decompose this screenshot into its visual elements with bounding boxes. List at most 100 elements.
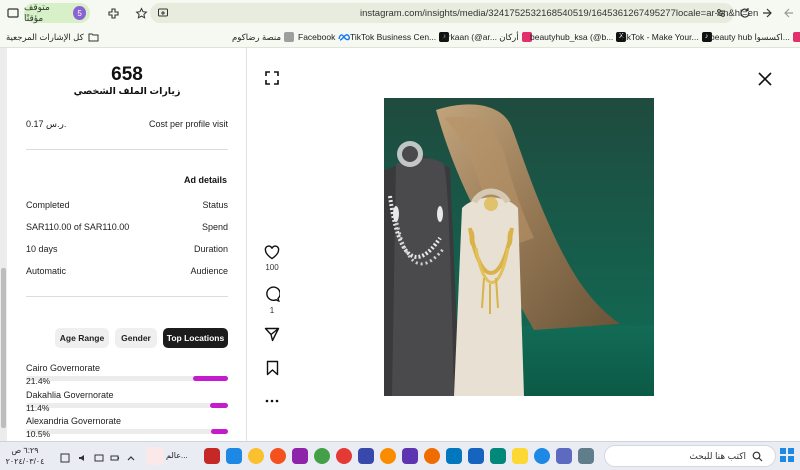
edge-icon[interactable] [534,448,550,464]
app-icon[interactable] [468,448,484,464]
bookmark-item[interactable]: beauty hub اكسسوا... [710,30,800,44]
browser-chrome: متوقف مؤقتًا 5 instagram.com/insights/me… [0,0,800,48]
post-viewer: 100 1 [248,48,800,441]
post-image[interactable] [384,98,654,396]
scrollbar-thumb[interactable] [1,268,6,428]
likes-count: 100 [265,263,279,272]
notification-icon[interactable] [60,450,70,463]
clock-time: ٦:٢٩ ص [11,446,39,455]
task-view-icon[interactable] [578,448,594,464]
location-item: Dakahlia Governorate 11.4% [26,390,228,416]
battery-icon[interactable] [110,450,120,461]
instagram-insights-page: 658 زيارات الملف الشخصي 0.17 ر.س. Cost p… [0,48,800,441]
app-icon[interactable] [490,448,506,464]
detail-value: Automatic [26,266,67,276]
location-name: Dakahlia Governorate [26,390,114,400]
system-clock[interactable]: ٦:٢٩ ص ٢٠٢٤/٠٣/٠٤ [4,445,46,467]
chrome-icon[interactable] [380,448,396,464]
location-item: Alexandria Governorate 10.5% [26,416,228,441]
bookmark-item[interactable]: منصة رضاكوم [232,30,297,44]
chevron-up-icon[interactable] [126,450,136,461]
location-bar-fill [193,376,228,381]
bookmark-item[interactable]: Facebook [298,30,351,44]
back-icon[interactable] [780,4,798,22]
location-bar-track [26,403,228,408]
chrome-icon[interactable] [270,448,286,464]
scrollbar[interactable] [0,48,7,441]
firefox-icon[interactable] [424,448,440,464]
cost-value: 0.17 ر.س. [26,119,67,129]
bookmark-item[interactable]: Arkaan (@ar... أركان [442,30,535,44]
search-placeholder: اكتب هنا للبحث [689,450,746,461]
forward-icon[interactable] [758,4,776,22]
location-bar-track [26,429,228,434]
comment-icon[interactable] [262,285,282,303]
bookmark-label: beautyhub_ksa (@b... [530,32,614,42]
volume-icon[interactable] [78,450,88,461]
location-bar-fill [210,403,228,408]
cost-label: Cost per profile visit [148,119,228,129]
page-icon [284,32,295,42]
share-icon[interactable] [262,325,282,343]
bookmark-item[interactable]: TikTok - Make Your... ♪ [620,30,715,44]
profile-visits-value: 658 [111,64,143,85]
detail-label: Status [202,200,228,210]
window-title: عالم... [166,451,188,460]
bookmark-label: TikTok Business Cen... [350,32,437,42]
search-icon [752,451,763,461]
profile-avatar: 5 [73,6,86,20]
detail-value: 10 days [26,244,58,254]
app-icon[interactable] [314,448,330,464]
more-icon[interactable] [262,394,282,408]
bookmarks-bar: كل الإشارات المرجعية منصة رضاكوم Faceboo… [0,28,800,46]
reload-icon[interactable] [736,4,754,22]
detail-label: Audience [190,266,228,276]
app-icon[interactable] [402,448,418,464]
folder-icon [88,33,99,41]
star-icon[interactable] [132,4,150,22]
bookmark-item[interactable]: TikTok Business Cen... ♪ [350,30,452,44]
expand-icon[interactable] [262,68,282,88]
tab-age-range[interactable]: Age Range [55,328,109,348]
close-icon[interactable] [754,68,776,90]
network-icon[interactable] [94,450,104,462]
location-percent: 21.4% [26,376,51,386]
sidebar-menu-icon[interactable] [4,4,22,22]
bookmark-item[interactable]: beautyhub_ksa (@b... X [530,30,629,44]
app-icon[interactable] [204,448,220,464]
app-icon[interactable] [336,448,352,464]
install-app-icon[interactable] [154,4,172,22]
address-bar[interactable]: instagram.com/insights/media/32417525321… [150,3,758,23]
windows-taskbar: ٦:٢٩ ص ٢٠٢٤/٠٣/٠٤ عالم... اكتب هنا للبحث [0,441,800,470]
clock-date: ٢٠٢٤/٠٣/٠٤ [5,457,45,466]
profile-status-text: متوقف مؤقتًا [24,2,50,23]
profile-paused-button[interactable]: متوقف مؤقتًا 5 [24,2,90,23]
heart-icon[interactable] [262,243,282,261]
site-settings-icon[interactable] [712,4,730,22]
comments-count: 1 [269,306,275,315]
app-icon[interactable] [358,448,374,464]
save-icon[interactable] [262,359,282,377]
ad-details-title: Ad details [183,175,227,185]
app-icon[interactable] [292,448,308,464]
bookmark-label: TikTok - Make Your... [620,32,699,42]
all-bookmarks-label: كل الإشارات المرجعية [6,31,84,42]
tab-gender[interactable]: Gender [115,328,157,348]
chrome-icon[interactable] [248,448,264,464]
detail-value: Completed [26,200,70,210]
insights-panel: 658 زيارات الملف الشخصي 0.17 ر.س. Cost p… [7,48,247,441]
detail-row-spend: SAR110.00 of SAR110.00 Spend [26,222,228,236]
taskbar-search-box[interactable]: اكتب هنا للبحث [604,445,776,467]
all-bookmarks-button[interactable]: كل الإشارات المرجعية [6,30,99,44]
app-window-icon[interactable] [146,447,164,465]
windows-start-icon[interactable] [780,448,796,464]
extensions-icon[interactable] [104,4,122,22]
location-percent: 10.5% [26,429,51,439]
detail-label: Spend [201,222,228,232]
tab-top-locations[interactable]: Top Locations [163,328,228,348]
app-icon[interactable] [446,448,462,464]
file-explorer-icon[interactable] [512,448,528,464]
app-icon[interactable] [556,448,572,464]
detail-row-audience: Automatic Audience [26,266,228,280]
app-icon[interactable] [226,448,242,464]
